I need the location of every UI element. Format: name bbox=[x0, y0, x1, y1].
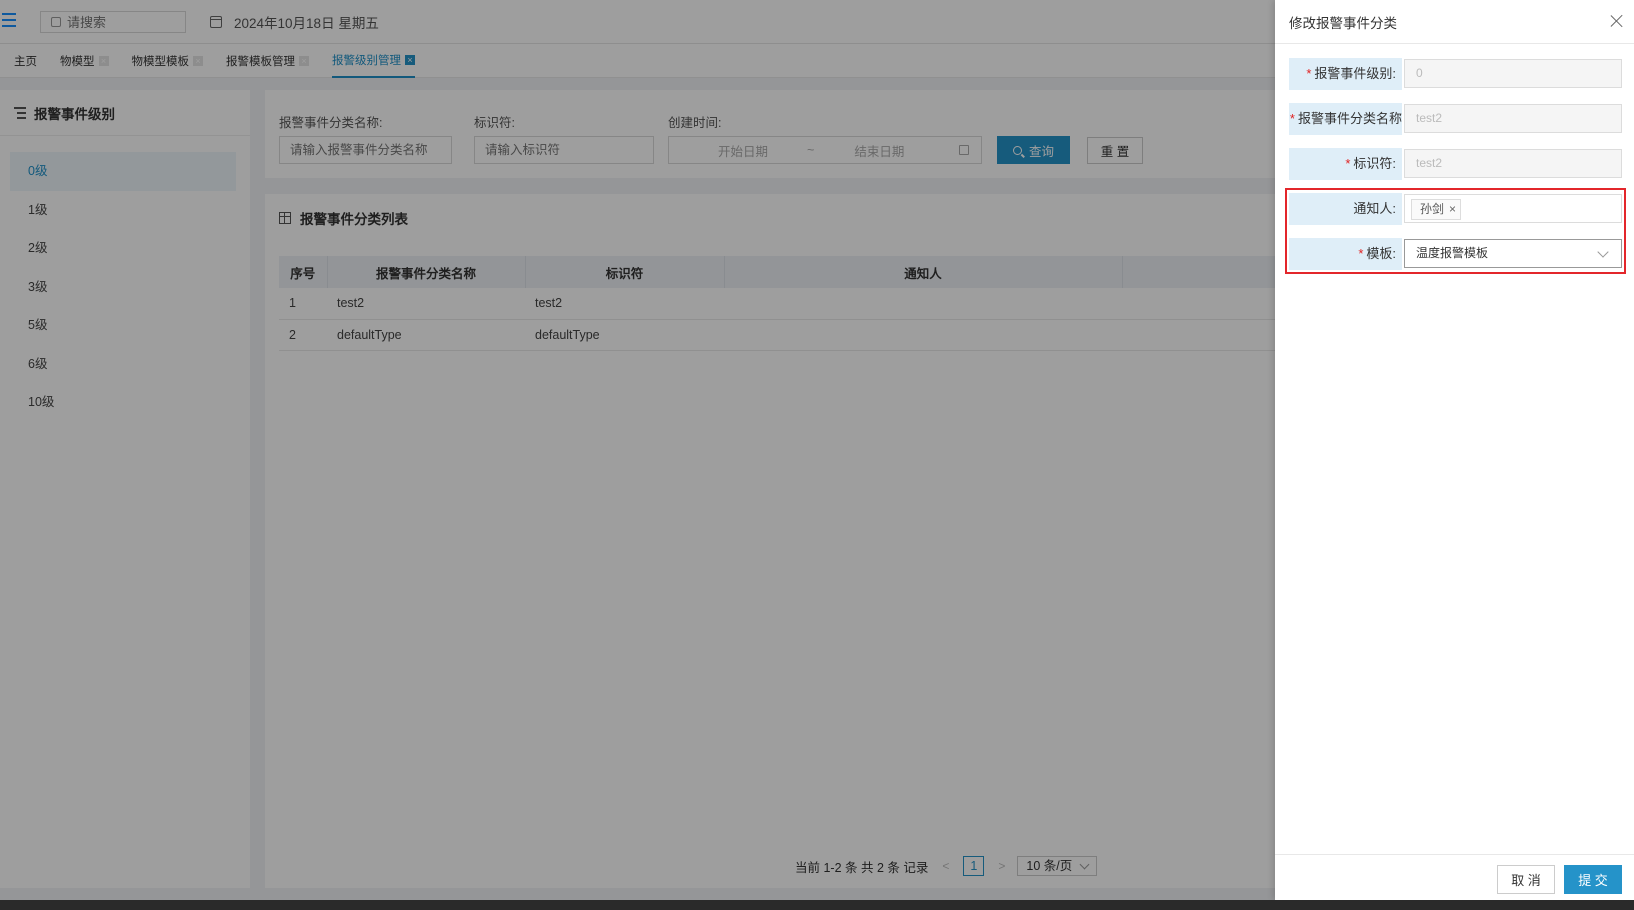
submit-button[interactable]: 提 交 bbox=[1564, 865, 1622, 894]
name-row: * 报警事件分类名称 test2 bbox=[1289, 103, 1622, 135]
name-field: test2 bbox=[1404, 104, 1622, 133]
identifier-field: test2 bbox=[1404, 149, 1622, 178]
name-label: * 报警事件分类名称 bbox=[1289, 103, 1402, 135]
drawer-header: 修改报警事件分类 bbox=[1275, 0, 1634, 44]
tag-remove-icon[interactable]: × bbox=[1449, 200, 1456, 219]
chevron-down-icon bbox=[1597, 246, 1609, 258]
identifier-label: * 标识符: bbox=[1289, 148, 1402, 180]
notifier-tag-text: 孙剑 bbox=[1420, 202, 1445, 216]
identifier-label-text: 标识符: bbox=[1353, 156, 1396, 171]
notifier-label: 通知人: bbox=[1289, 193, 1402, 225]
template-row: * 模板: 温度报警模板 bbox=[1289, 238, 1622, 270]
notifier-tag: 孙剑 × bbox=[1411, 199, 1462, 220]
template-select-value: 温度报警模板 bbox=[1416, 246, 1489, 260]
edit-category-drawer: 修改报警事件分类 * 报警事件级别: 0 * 报警事件分类名称 test2 * 标识符… bbox=[1275, 0, 1634, 900]
drawer-footer: 取 消 提 交 bbox=[1275, 854, 1634, 900]
level-label: * 报警事件级别: bbox=[1289, 58, 1402, 90]
required-mark: * bbox=[1289, 111, 1295, 126]
notifier-multiselect[interactable]: 孙剑 × bbox=[1404, 194, 1622, 223]
drawer-title: 修改报警事件分类 bbox=[1289, 15, 1397, 31]
taskbar-strip bbox=[0, 900, 1634, 910]
level-label-text: 报警事件级别: bbox=[1314, 66, 1396, 81]
template-select[interactable]: 温度报警模板 bbox=[1404, 239, 1622, 268]
cancel-button[interactable]: 取 消 bbox=[1497, 865, 1555, 894]
required-mark: * bbox=[1306, 66, 1312, 81]
template-label-text: 模板: bbox=[1366, 246, 1396, 261]
required-mark: * bbox=[1345, 156, 1351, 171]
modal-overlay[interactable] bbox=[0, 0, 1275, 900]
level-field: 0 bbox=[1404, 59, 1622, 88]
name-label-text: 报警事件分类名称 bbox=[1297, 111, 1402, 126]
close-icon[interactable] bbox=[1610, 14, 1624, 28]
identifier-row: * 标识符: test2 bbox=[1289, 148, 1622, 180]
level-row: * 报警事件级别: 0 bbox=[1289, 58, 1622, 90]
notifier-row: 通知人: 孙剑 × bbox=[1289, 193, 1622, 225]
template-label: * 模板: bbox=[1289, 238, 1402, 270]
required-mark: * bbox=[1358, 246, 1364, 261]
